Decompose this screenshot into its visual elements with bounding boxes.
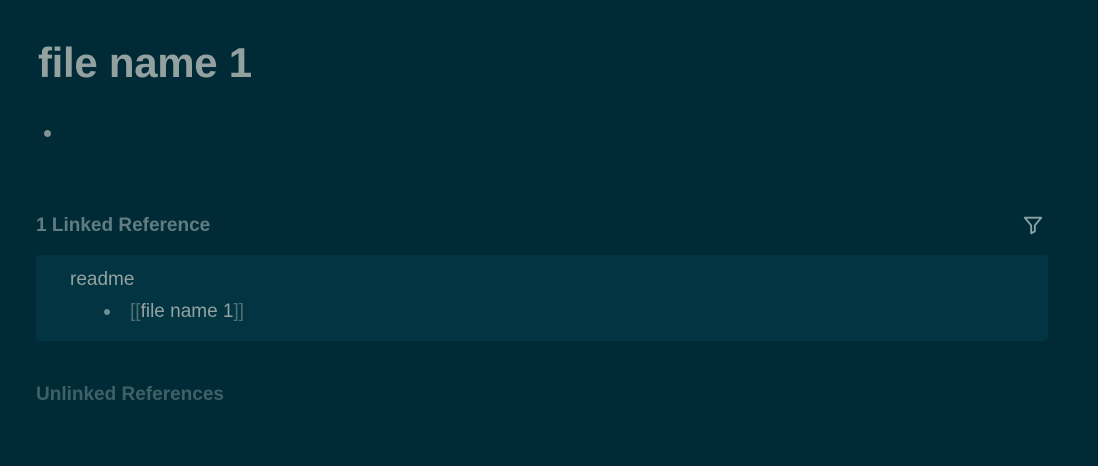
unlinked-references-header[interactable]: Unlinked References — [36, 383, 224, 407]
page-container: file name 1 1 Linked Reference readme [[… — [0, 0, 1098, 466]
empty-block-bullet[interactable] — [44, 130, 51, 137]
page-reference-link[interactable]: file name 1 — [141, 300, 234, 324]
reference-block[interactable]: [[ file name 1 ]] — [104, 300, 244, 324]
open-bracket: [[ — [130, 301, 141, 322]
block-bullet[interactable] — [104, 309, 110, 315]
page-title[interactable]: file name 1 — [38, 36, 252, 90]
filter-button[interactable] — [1020, 212, 1046, 238]
linked-references-header[interactable]: 1 Linked Reference — [36, 214, 210, 238]
close-bracket: ]] — [233, 301, 245, 322]
linked-reference-card: readme [[ file name 1 ]] — [36, 255, 1048, 341]
filter-icon — [1023, 216, 1043, 235]
reference-page-link[interactable]: readme — [70, 268, 134, 292]
